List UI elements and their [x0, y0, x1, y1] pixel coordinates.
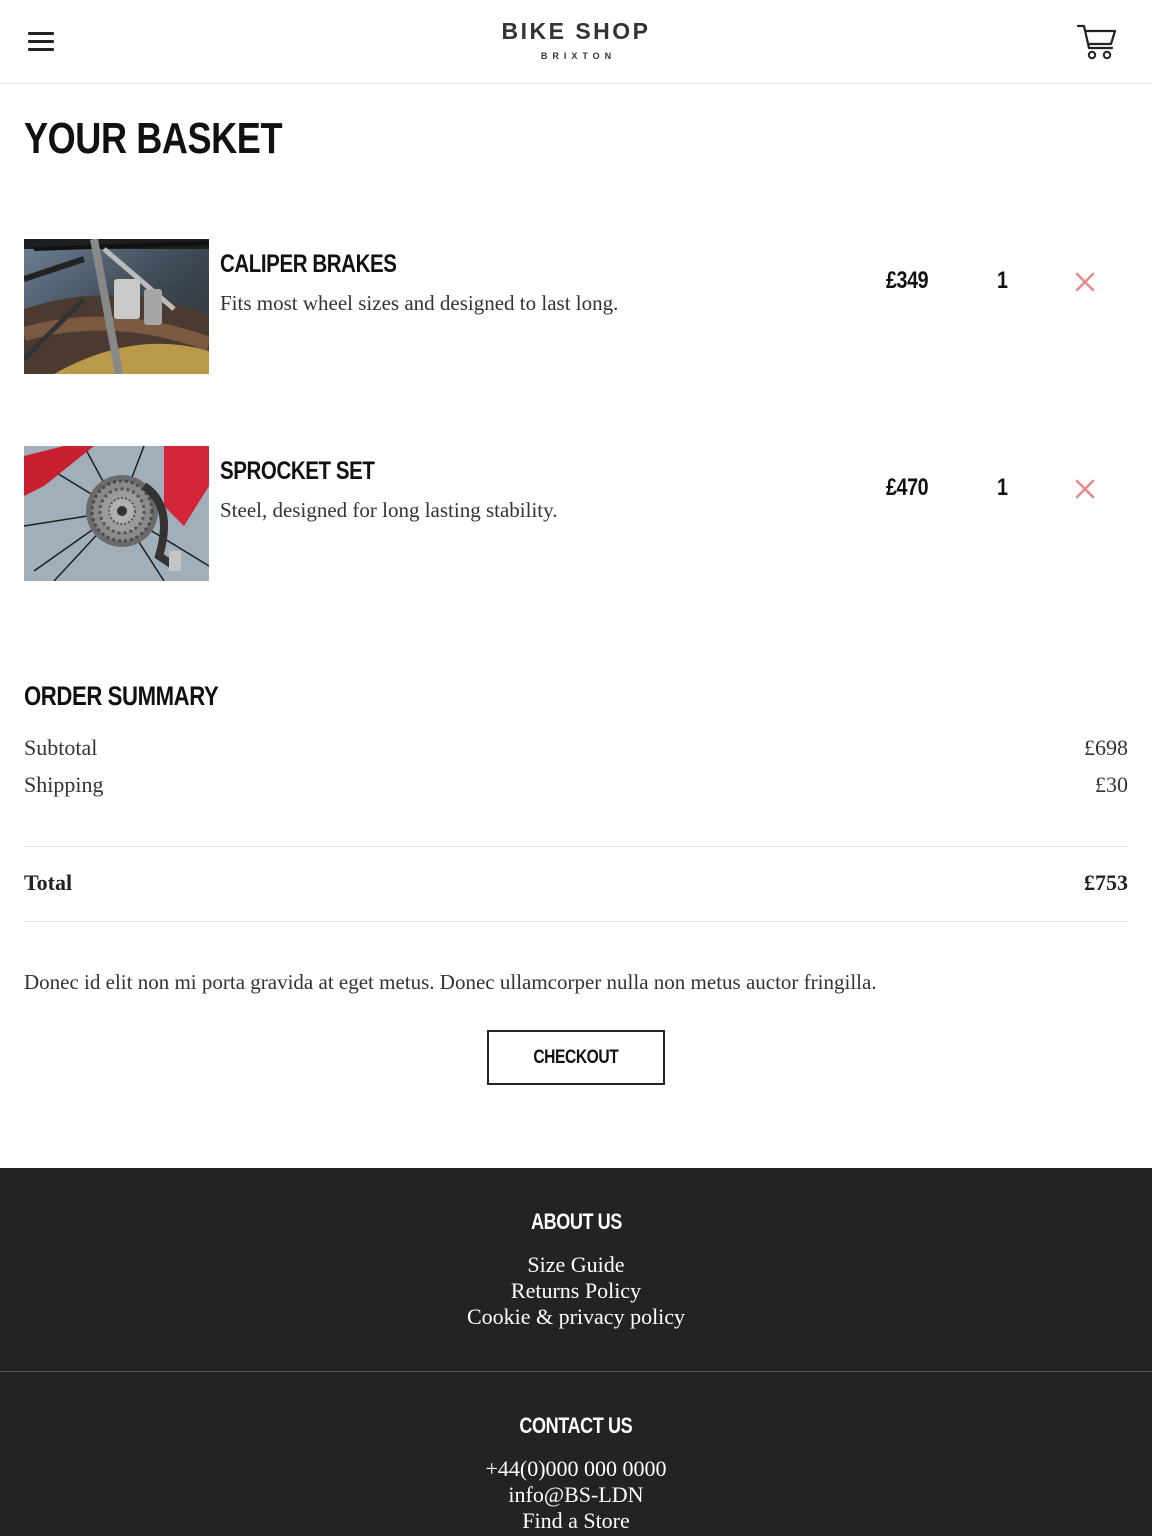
subtotal-label: Subtotal	[24, 735, 98, 760]
total-label: Total	[24, 870, 73, 895]
summary-note: Donec id elit non mi porta gravida at eg…	[24, 970, 877, 994]
order-summary-title: ORDER SUMMARY	[24, 681, 219, 711]
site-logo[interactable]: BIKE SHOP BRIXTON	[0, 18, 1152, 61]
footer-contact-section: CONTACT US +44(0)000 000 0000 info@BS-LD…	[0, 1412, 1152, 1534]
checkout-button[interactable]: CHECKOUT	[487, 1030, 665, 1085]
subtotal-row: Subtotal £698	[24, 734, 1128, 762]
footer-link-find-store[interactable]: Find a Store	[0, 1508, 1152, 1534]
item-quantity[interactable]: 1	[997, 266, 1008, 296]
footer-link-cookie-policy[interactable]: Cookie & privacy policy	[0, 1304, 1152, 1330]
total-row: Total £753	[24, 869, 1128, 897]
item-price: £349	[886, 267, 929, 294]
footer-divider	[0, 1371, 1152, 1372]
close-icon[interactable]	[1074, 271, 1096, 293]
footer-link-size-guide[interactable]: Size Guide	[0, 1252, 1152, 1278]
checkout-button-label: CHECKOUT	[533, 1047, 619, 1068]
shipping-label: Shipping	[24, 772, 104, 797]
item-name[interactable]: CALIPER BRAKES	[220, 249, 397, 279]
basket-item-sprocket-set: SPROCKET SET Steel, designed for long la…	[24, 446, 1128, 581]
logo-subtitle: BRIXTON	[540, 51, 617, 61]
footer-link-email[interactable]: info@BS-LDN	[0, 1482, 1152, 1508]
item-quantity[interactable]: 1	[997, 473, 1008, 503]
page-title: YOUR BASKET	[24, 114, 283, 163]
caliper-brakes-product-image[interactable]	[24, 239, 209, 374]
site-header: BIKE SHOP BRIXTON	[0, 0, 1152, 84]
footer-about-heading: ABOUT US	[530, 1209, 622, 1234]
footer-contact-heading: CONTACT US	[519, 1413, 633, 1438]
shopping-cart-icon[interactable]	[1076, 22, 1118, 62]
basket-item-caliper-brakes: CALIPER BRAKES Fits most wheel sizes and…	[24, 239, 1128, 374]
item-description: Steel, designed for long lasting stabili…	[220, 498, 558, 522]
shipping-value: £30	[1095, 772, 1128, 797]
item-price: £470	[886, 474, 929, 501]
summary-divider	[24, 921, 1128, 922]
footer-link-returns-policy[interactable]: Returns Policy	[0, 1278, 1152, 1304]
footer-link-phone[interactable]: +44(0)000 000 0000	[0, 1456, 1152, 1482]
site-footer: ABOUT US Size Guide Returns Policy Cooki…	[0, 1168, 1152, 1536]
shipping-row: Shipping £30	[24, 771, 1128, 799]
footer-about-section: ABOUT US Size Guide Returns Policy Cooki…	[0, 1208, 1152, 1330]
item-description: Fits most wheel sizes and designed to la…	[220, 291, 619, 315]
close-icon[interactable]	[1074, 478, 1096, 500]
sprocket-set-product-image[interactable]	[24, 446, 209, 581]
summary-divider	[24, 846, 1128, 847]
item-name[interactable]: SPROCKET SET	[220, 456, 375, 486]
total-value: £753	[1084, 870, 1128, 895]
subtotal-value: £698	[1084, 735, 1128, 760]
logo-title: BIKE SHOP	[501, 18, 651, 44]
